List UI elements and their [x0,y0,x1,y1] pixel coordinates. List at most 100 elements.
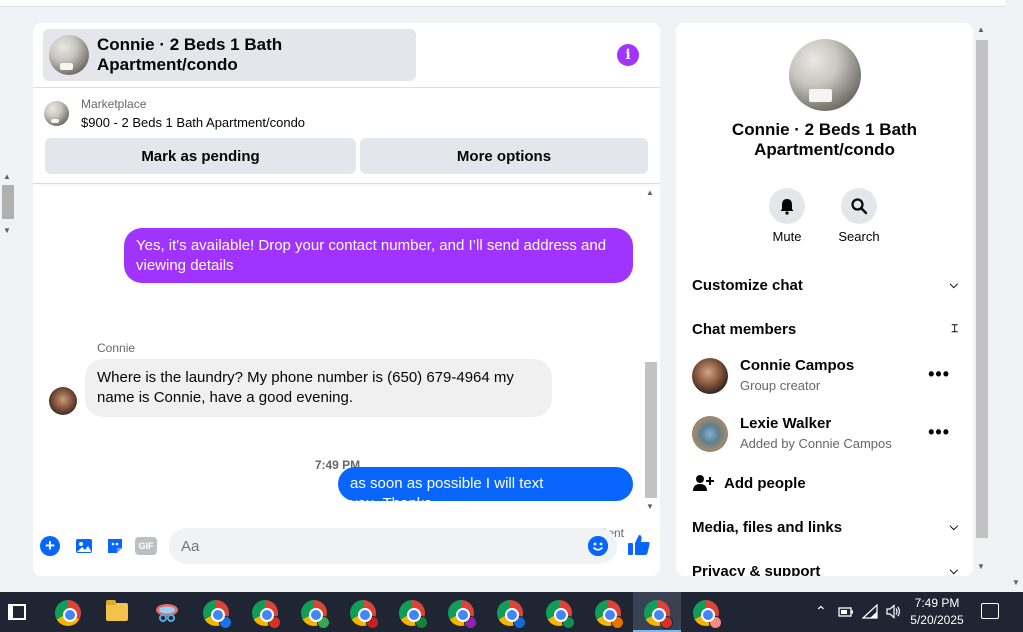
notification-center-icon[interactable] [981,603,999,619]
scroll-up-arrow[interactable]: ▲ [977,25,985,34]
media-files-row[interactable]: Media, files and links ⌵ [692,515,958,539]
listing-title: $900 - 2 Beds 1 Bath Apartment/condo [81,115,306,130]
plus-icon[interactable]: + [40,536,60,556]
chrome-profile-icon[interactable] [301,600,330,629]
profile-avatar[interactable] [789,39,861,111]
chevron-down-icon: ⌵ [949,564,958,577]
photo-icon[interactable] [73,535,95,557]
wifi-icon[interactable] [862,604,878,619]
top-bar [0,0,1005,7]
chrome-profile-icon[interactable] [693,600,722,629]
snipping-tool-icon[interactable] [154,601,180,623]
chrome-profile-icon[interactable] [252,600,281,629]
scroll-down-arrow[interactable]: ▼ [977,562,985,571]
marketplace-listing[interactable]: Marketplace $900 - 2 Beds 1 Bath Apartme… [44,97,305,130]
chat-avatar [49,35,89,75]
member-role: Added by Connie Campos [740,436,892,451]
chrome-profile-icon[interactable] [203,600,232,629]
search-label: Search [838,229,880,244]
add-people-label: Add people [724,474,806,492]
chevron-up-icon: ⌶ [951,322,958,335]
search-icon [851,198,868,215]
chat-header[interactable]: Connie · 2 Beds 1 Bath Apartment/condo [43,29,416,81]
chat-members-row[interactable]: Chat members ⌶ [692,317,958,341]
volume-icon[interactable] [885,604,901,619]
task-view-icon[interactable] [8,604,26,620]
scroll-down-arrow[interactable]: ▼ [646,502,654,511]
chat-members-label: Chat members [692,320,797,338]
chevron-down-icon: ⌵ [949,520,958,533]
side-panel-scrollbar[interactable]: ▲ ▼ [975,23,989,576]
member-name: Lexie Walker [740,415,832,432]
actions-divider [33,183,660,184]
more-options-button[interactable]: More options [360,138,648,174]
bell-icon [780,199,794,215]
show-hidden-icons-icon[interactable]: ⌃ [815,603,827,620]
clock-time: 7:49 PM [914,596,960,610]
member-name: Connie Campos [740,357,855,374]
chrome-icon[interactable] [55,600,81,626]
chat-panel: Connie · 2 Beds 1 Bath Apartment/condo i… [33,23,660,576]
chrome-profile-icon[interactable] [595,600,624,629]
scroll-thumb[interactable] [645,362,657,498]
clock-date: 5/20/2025 [910,613,964,627]
message-list: Yes, it's available! Drop your contact n… [33,185,660,540]
scroll-up-arrow[interactable]: ▲ [646,188,654,197]
scroll-down-arrow[interactable]: ▼ [1012,578,1020,587]
member-avatar[interactable] [692,416,728,452]
customize-chat-row[interactable]: Customize chat ⌵ [692,273,958,297]
gif-icon[interactable]: GIF [135,537,157,555]
chrome-profile-icon[interactable] [644,600,673,629]
chevron-down-icon: ⌵ [949,278,958,291]
add-person-icon [693,475,714,491]
info-icon[interactable]: i [617,44,639,66]
file-explorer-icon[interactable] [106,600,128,621]
profile-title: Connie · 2 Beds 1 Bath Apartment/condo [731,120,918,159]
mute-label: Mute [772,229,802,244]
taskbar: ⌃ 7:49 PM 5/20/2025 [0,592,1023,632]
chrome-profile-icon[interactable] [546,600,575,629]
member-row[interactable]: Connie Campos Group creator ••• [692,356,958,396]
member-row[interactable]: Lexie Walker Added by Connie Campos ••• [692,414,958,454]
customize-chat-label: Customize chat [692,276,803,294]
message-input[interactable] [169,528,569,564]
member-avatar[interactable] [692,358,728,394]
outgoing-message[interactable]: Yes, it's available! Drop your contact n… [124,228,633,283]
chat-title: Connie · 2 Beds 1 Bath Apartment/condo [97,35,283,74]
like-icon[interactable] [626,532,652,558]
add-people-button[interactable]: Add people [692,472,806,494]
member-role: Group creator [740,378,821,393]
search-button[interactable] [841,188,877,224]
chrome-profile-icon[interactable] [497,600,526,629]
privacy-support-label: Privacy & support [692,562,821,577]
sender-avatar[interactable] [49,387,77,415]
scroll-thumb[interactable] [976,40,988,538]
more-options-icon[interactable]: ••• [928,364,950,385]
chrome-profile-icon[interactable] [399,600,428,629]
scroll-thumb[interactable] [2,185,14,219]
outgoing-message[interactable]: as soon as possible I will text you..Tha… [338,467,633,512]
marketplace-label: Marketplace [81,97,147,111]
more-options-icon[interactable]: ••• [928,422,950,443]
emoji-icon[interactable] [588,536,608,556]
header-divider [33,87,660,88]
privacy-support-row[interactable]: Privacy & support ⌵ [692,559,958,577]
page-scrollbar[interactable]: ▲ ▼ [0,172,15,238]
chat-info-panel: Connie · 2 Beds 1 Bath Apartment/condo M… [676,23,973,576]
message-input-wrapper[interactable] [169,528,617,564]
message-sender-name: Connie [97,341,136,355]
message-composer: + GIF [33,523,660,573]
chrome-profile-icon[interactable] [448,600,477,629]
chrome-profile-icon[interactable] [350,600,379,629]
scroll-up-arrow[interactable]: ▲ [3,172,11,181]
message-scrollbar[interactable]: ▲ ▼ [644,186,658,516]
media-files-label: Media, files and links [692,518,843,536]
mark-as-pending-button[interactable]: Mark as pending [45,138,356,174]
system-clock[interactable]: 7:49 PM 5/20/2025 [904,595,970,629]
sticker-icon[interactable] [104,535,126,557]
listing-thumbnail [44,101,69,126]
incoming-message[interactable]: Where is the laundry? My phone number is… [85,359,552,417]
scroll-down-arrow[interactable]: ▼ [3,226,11,235]
mute-button[interactable] [769,188,805,224]
battery-icon[interactable] [838,605,854,619]
